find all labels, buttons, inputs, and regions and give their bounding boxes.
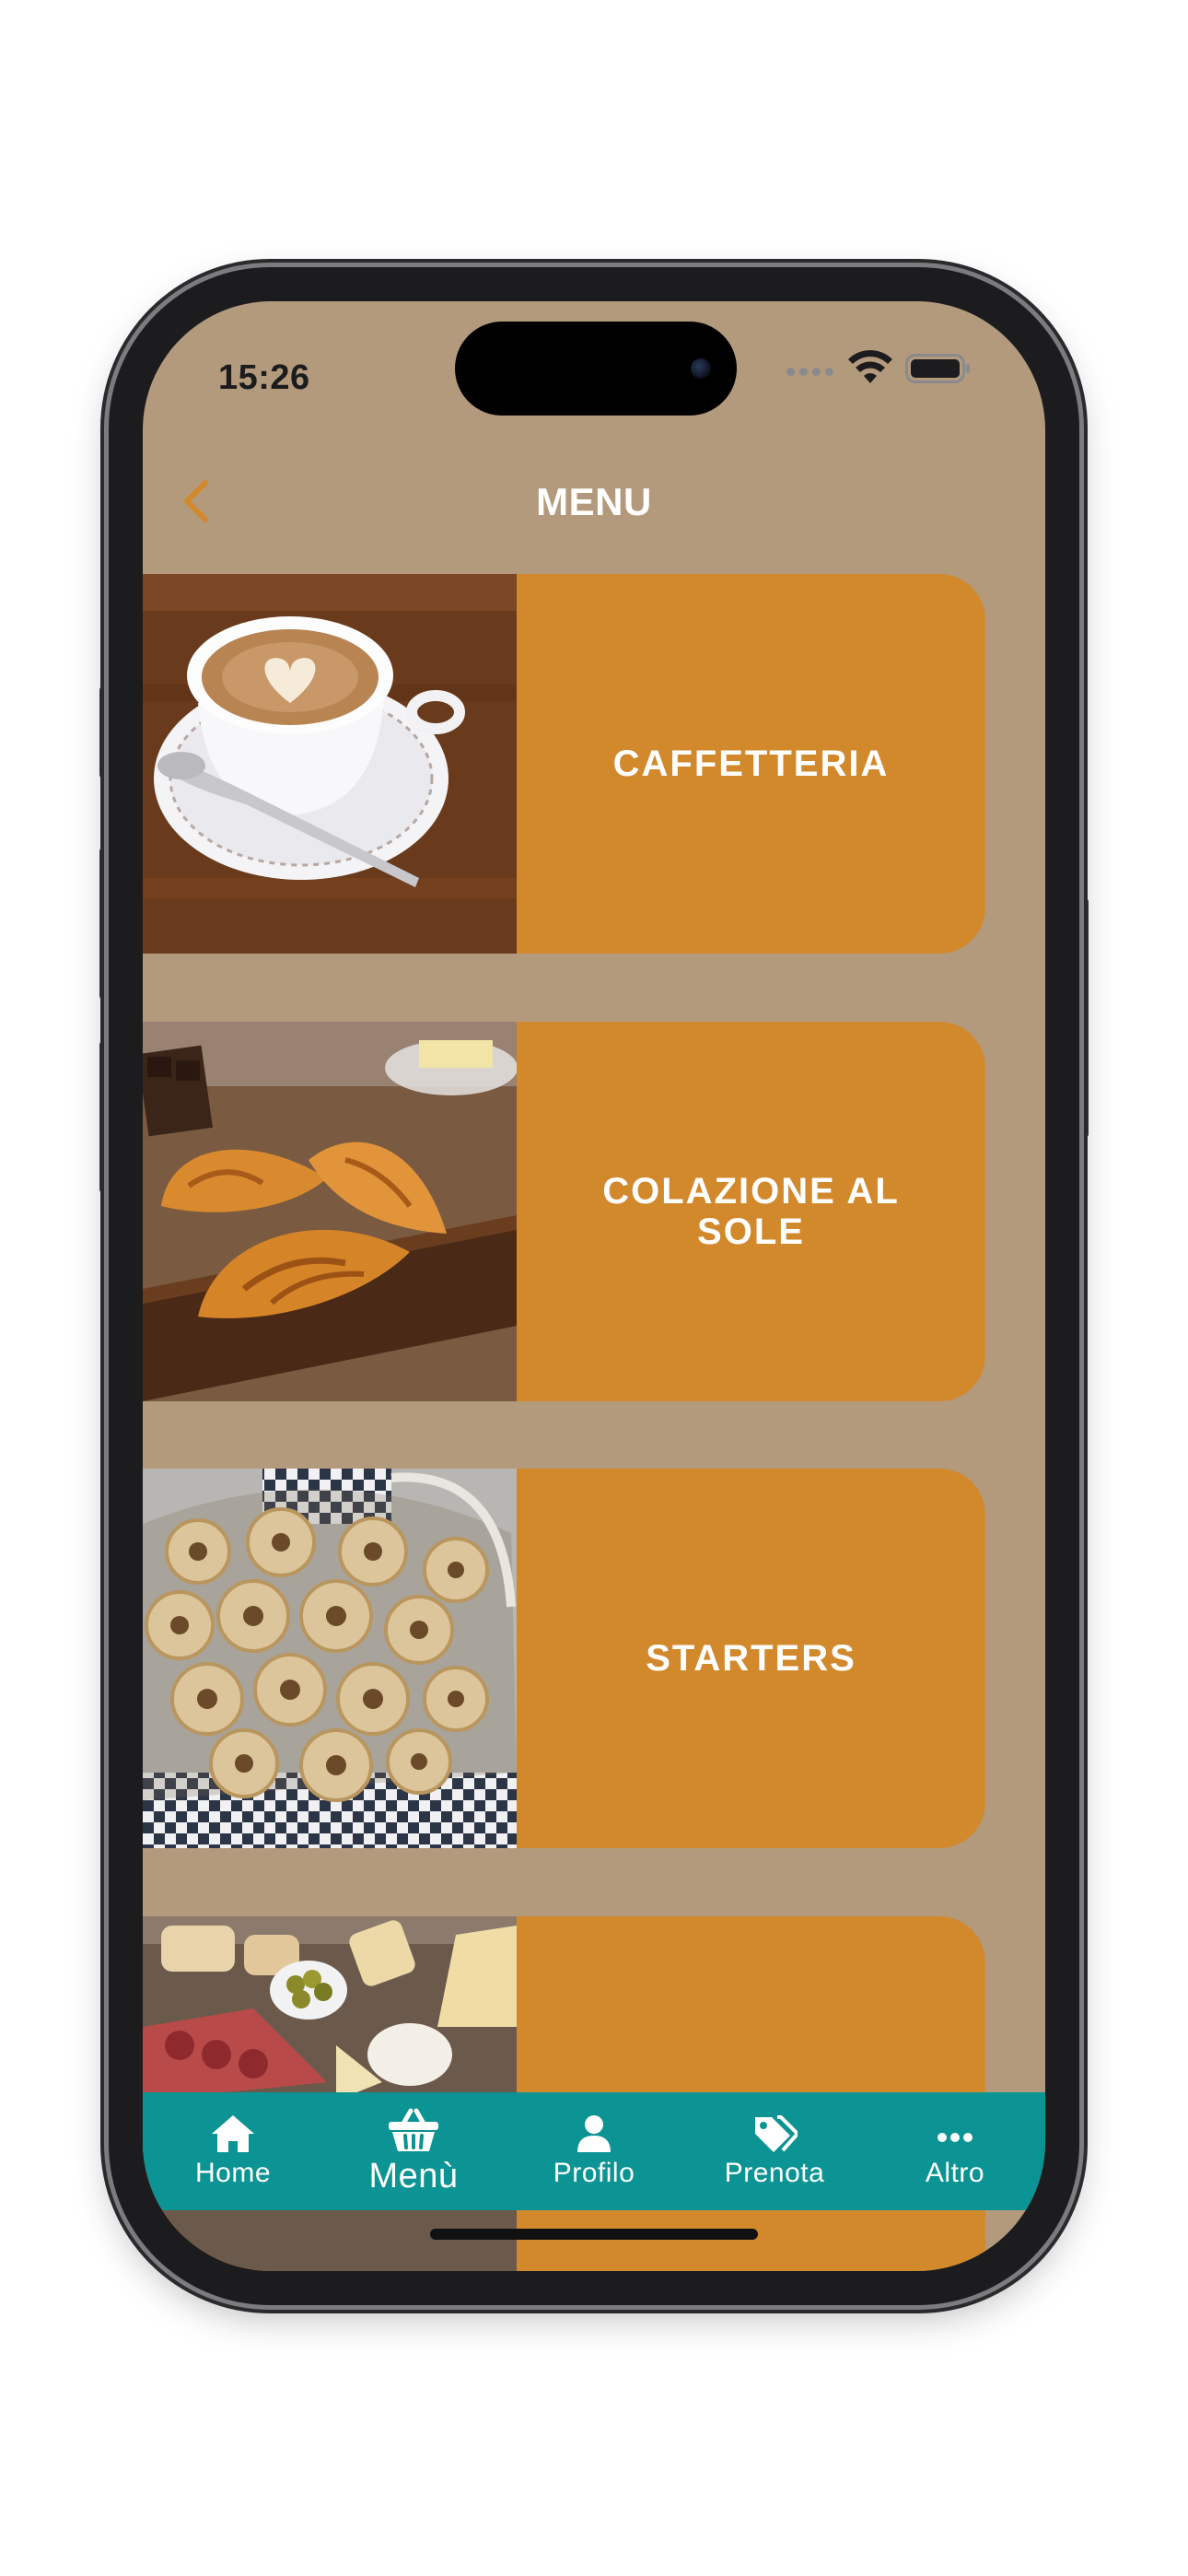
tab-label: Menù xyxy=(368,2156,459,2195)
tab-home[interactable]: Home xyxy=(146,2113,320,2189)
person-icon xyxy=(577,2115,611,2152)
status-time: 15:26 xyxy=(218,358,310,397)
category-label: CAFFETTERIA xyxy=(612,744,890,784)
tab-label: Altro xyxy=(925,2158,985,2188)
cellular-signal-icon xyxy=(786,368,833,376)
wifi-icon xyxy=(848,350,892,383)
tab-prenota[interactable]: Prenota xyxy=(687,2113,862,2189)
more-dots-icon xyxy=(938,2133,973,2142)
volume-down-button xyxy=(99,1041,107,1193)
dynamic-island xyxy=(455,322,737,416)
croissants-photo xyxy=(143,1022,517,1401)
basket-icon xyxy=(389,2108,438,2151)
category-label: STARTERS xyxy=(646,1638,856,1679)
phone-frame: 15:26 MENU CAFFETTERIA COLAZIONE AL SOLE… xyxy=(109,267,1079,2305)
battery-icon xyxy=(905,354,970,383)
tab-menu[interactable]: Menù xyxy=(326,2107,501,2196)
cappuccino-photo xyxy=(143,574,517,954)
category-card-starters[interactable]: STARTERS xyxy=(143,1469,985,1848)
tab-label: Prenota xyxy=(724,2158,825,2188)
category-label: COLAZIONE AL SOLE xyxy=(602,1171,900,1252)
page-title: MENU xyxy=(536,480,652,523)
tab-altro[interactable]: Altro xyxy=(868,2113,1042,2189)
tab-label: Profilo xyxy=(553,2158,635,2188)
front-camera-icon xyxy=(691,358,711,379)
power-button xyxy=(1081,898,1089,1138)
app-screen: 15:26 MENU CAFFETTERIA COLAZIONE AL SOLE… xyxy=(143,301,1045,2271)
tab-label: Home xyxy=(194,2158,272,2188)
volume-up-button xyxy=(99,848,107,1000)
tags-icon xyxy=(755,2115,798,2152)
category-card-caffetteria[interactable]: CAFFETTERIA xyxy=(143,574,985,954)
tab-profile[interactable]: Profilo xyxy=(507,2113,681,2189)
taralli-photo xyxy=(143,1469,517,1848)
category-card-colazione-al-sole[interactable]: COLAZIONE AL SOLE xyxy=(143,1022,985,1401)
action-button xyxy=(99,686,107,779)
bottom-tab-bar: Home Menù Profilo Prenota Altro xyxy=(143,2092,1045,2210)
home-indicator[interactable] xyxy=(430,2229,758,2240)
home-icon xyxy=(212,2115,254,2152)
